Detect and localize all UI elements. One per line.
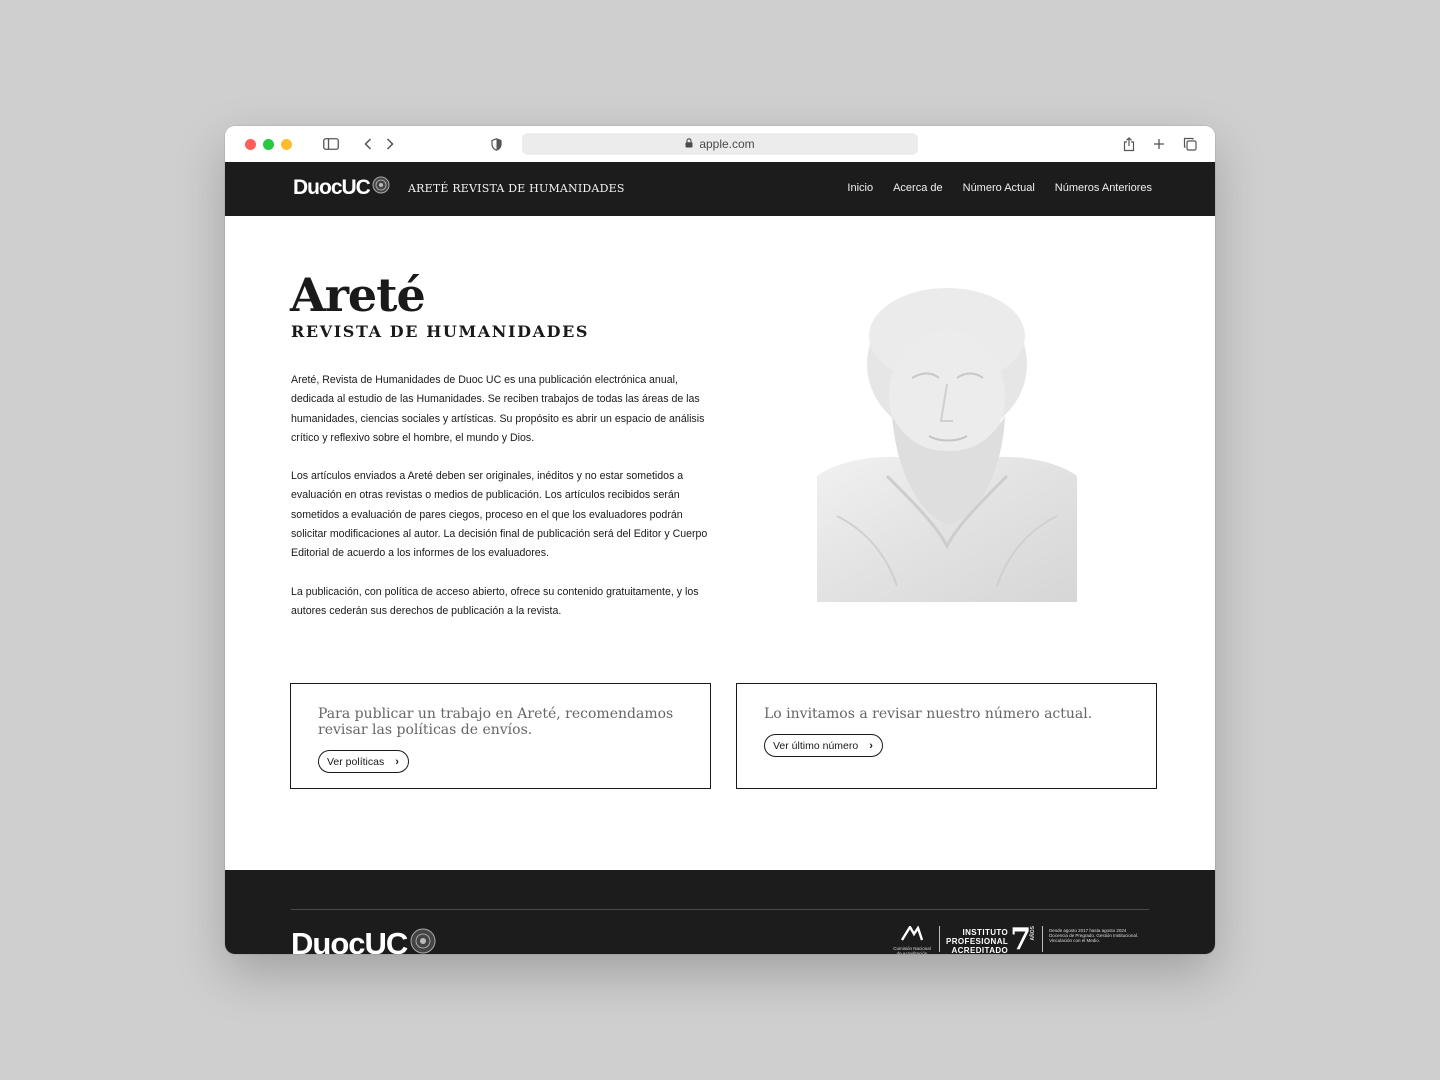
browser-toolbar: apple.com (225, 126, 1215, 162)
page-title: Areté (290, 268, 426, 322)
new-tab-icon[interactable] (1152, 134, 1166, 154)
intro-text: Areté, Revista de Humanidades de Duoc UC… (291, 371, 711, 640)
nav-acerca-de[interactable]: Acerca de (893, 182, 943, 194)
view-latest-issue-label: Ver último número (773, 739, 859, 752)
current-issue-card-text: Lo invitamos a revisar nuestro número ac… (764, 706, 1093, 722)
accreditation-separator (1042, 926, 1044, 952)
share-icon[interactable] (1122, 134, 1136, 154)
page-subtitle: REVISTA DE HUMANIDADES (291, 322, 590, 341)
seal-icon (372, 176, 390, 200)
duoc-logo[interactable]: DuocUC (293, 176, 390, 200)
minimize-window-button[interactable] (281, 139, 292, 150)
aristotle-bust-image (817, 286, 1077, 602)
privacy-shield-icon[interactable] (489, 134, 503, 154)
view-latest-issue-button[interactable]: Ver último número › (764, 734, 883, 757)
intro-paragraph: Areté, Revista de Humanidades de Duoc UC… (291, 374, 705, 444)
current-issue-card: Lo invitamos a revisar nuestro número ac… (736, 683, 1157, 789)
close-window-button[interactable] (245, 139, 256, 150)
policies-card: Para publicar un trabajo en Areté, recom… (290, 683, 711, 789)
accreditation-title-2: PROFESIONAL (946, 937, 1009, 946)
footer-logo-text: DuocUC (291, 926, 408, 954)
accreditation-title-3: ACREDITADO (951, 946, 1009, 954)
intro-paragraph: La publicación, con política de acceso a… (291, 585, 699, 617)
back-icon[interactable] (361, 134, 375, 154)
forward-icon[interactable] (383, 134, 397, 154)
nav-inicio[interactable]: Inicio (847, 182, 873, 194)
site-footer: DuocUC Comisión Nacional de Acreditación… (225, 870, 1215, 954)
view-policies-label: Ver políticas (327, 755, 385, 768)
accreditation-years-label: AÑOS (1030, 926, 1037, 941)
accreditation-badge: Comisión Nacional de Acreditación INSTIT… (891, 922, 1138, 955)
cna-logo-icon (900, 924, 924, 946)
footer-divider (291, 909, 1149, 910)
url-text: apple.com (699, 137, 755, 151)
browser-window: apple.com DuocUC ARETÉ REVISTA DE HUMANI… (225, 126, 1215, 954)
accreditation-years: 7 (1010, 922, 1032, 955)
sidebar-toggle-icon[interactable] (321, 134, 341, 154)
accreditation-title-1: INSTITUTO (962, 928, 1009, 937)
tab-overview-icon[interactable] (1182, 134, 1198, 154)
policies-card-text: Para publicar un trabajo en Areté, recom… (318, 706, 674, 738)
footer-duoc-logo[interactable]: DuocUC (291, 926, 436, 954)
view-policies-button[interactable]: Ver políticas › (318, 750, 409, 773)
nav-numeros-anteriores[interactable]: Números Anteriores (1055, 182, 1152, 194)
lock-icon (685, 137, 693, 151)
accreditation-separator (939, 926, 940, 952)
site-header: DuocUC ARETÉ REVISTA DE HUMANIDADES Inic… (225, 162, 1215, 216)
logo-text: DuocUC (293, 176, 371, 199)
accreditation-agency: Comisión Nacional de Acreditación (893, 946, 931, 954)
chevron-right-icon: › (869, 739, 873, 752)
address-bar[interactable]: apple.com (522, 133, 918, 155)
zoom-window-button[interactable] (263, 139, 274, 150)
site-title[interactable]: ARETÉ REVISTA DE HUMANIDADES (408, 182, 625, 195)
chevron-right-icon: › (395, 755, 399, 768)
intro-paragraph: Los artículos enviados a Areté deben ser… (291, 470, 708, 560)
main-nav: Inicio Acerca de Número Actual Números A… (847, 182, 1152, 194)
seal-icon (410, 926, 436, 954)
nav-numero-actual[interactable]: Número Actual (963, 182, 1035, 194)
accreditation-detail-3: Vinculación con el Medio. (1049, 938, 1101, 943)
